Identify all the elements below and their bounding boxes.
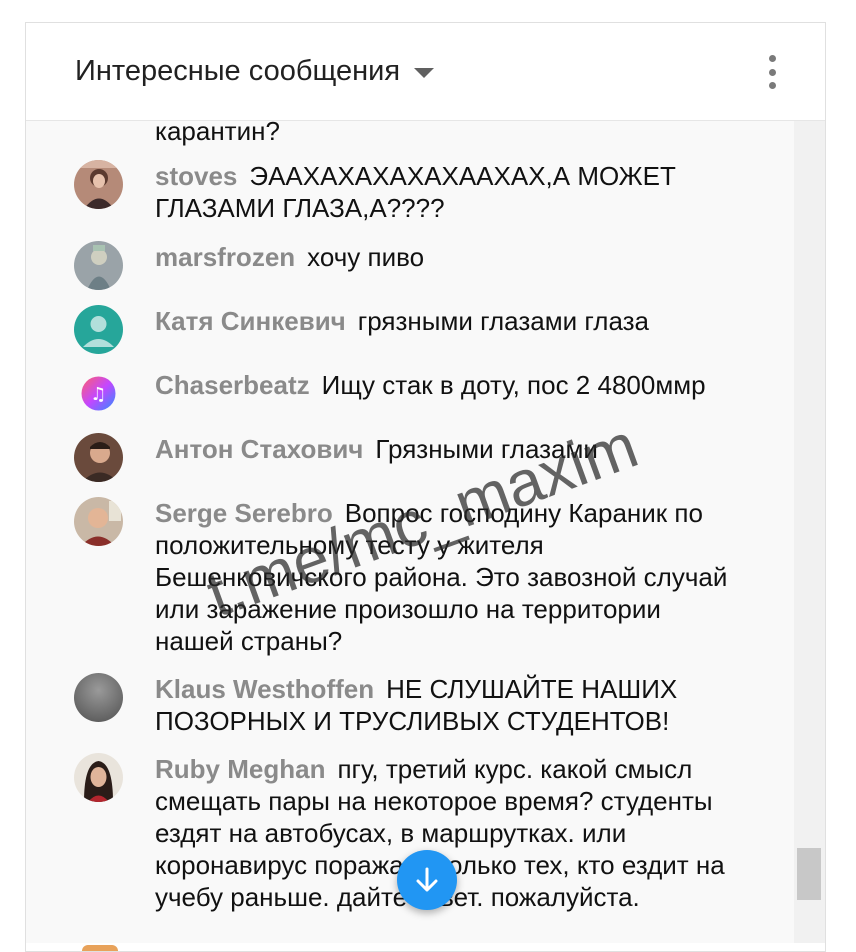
message-text: Антон Стахович Грязными глазами	[155, 433, 745, 465]
avatar[interactable]	[74, 241, 123, 290]
author-name[interactable]: Антон Стахович	[155, 434, 363, 464]
chat-mode-label: Интересные сообщения	[75, 55, 401, 87]
author-name[interactable]: Ruby Meghan	[155, 754, 325, 784]
message-text: Klaus Westhoffen НЕ СЛУШАЙТЕ НАШИХ ПОЗОРН…	[155, 673, 745, 737]
chat-input-bar-edge	[26, 943, 825, 951]
avatar[interactable]	[74, 160, 123, 209]
avatar[interactable]	[74, 497, 123, 546]
author-name[interactable]: Klaus Westhoffen	[155, 674, 374, 704]
chat-header: Интересные сообщения	[26, 23, 825, 121]
caret-down-icon	[414, 67, 435, 78]
author-name[interactable]: stoves	[155, 161, 237, 191]
scroll-to-bottom-button[interactable]	[397, 850, 457, 910]
chat-mode-dropdown[interactable]: Интересные сообщения	[75, 55, 435, 88]
avatar[interactable]	[74, 305, 123, 354]
avatar[interactable]: ♫	[74, 369, 123, 418]
message-body: хочу пиво	[307, 242, 425, 272]
author-name[interactable]: Chaserbeatz	[155, 370, 310, 400]
live-chat-panel: карантин? stoves ЭААХАХАХАХАХААХАХ,А МОЖЕ…	[25, 22, 826, 952]
avatar	[82, 945, 118, 951]
more-options-icon[interactable]	[767, 55, 777, 89]
chat-feed[interactable]: карантин? stoves ЭААХАХАХАХАХААХАХ,А МОЖЕ…	[26, 23, 796, 951]
message-body: грязными глазами глаза	[357, 306, 649, 336]
message-body: Ищу стак в доту, пос 2 4800ммр	[321, 370, 706, 400]
avatar[interactable]	[74, 753, 123, 802]
author-name[interactable]: Катя Синкевич	[155, 306, 346, 336]
message-text: Serge Serebro Вопрос господину Караник по…	[155, 497, 745, 657]
svg-text:♫: ♫	[90, 384, 106, 405]
message-text: marsfrozen хочу пиво	[155, 241, 745, 273]
author-name[interactable]: marsfrozen	[155, 242, 295, 272]
message-text: Chaserbeatz Ищу стак в доту, пос 2 4800мм…	[155, 369, 745, 401]
message-body: Грязными глазами	[375, 434, 598, 464]
scrollbar-thumb[interactable]	[797, 848, 821, 900]
author-name[interactable]: Serge Serebro	[155, 498, 333, 528]
arrow-down-icon	[416, 867, 438, 892]
avatar[interactable]	[74, 673, 123, 722]
scrollbar[interactable]	[794, 120, 825, 951]
message-text: stoves ЭААХАХАХАХАХААХАХ,А МОЖЕТ ГЛАЗАМИ …	[155, 160, 745, 224]
avatar[interactable]	[74, 433, 123, 482]
message-text: Катя Синкевич грязными глазами глаза	[155, 305, 745, 337]
